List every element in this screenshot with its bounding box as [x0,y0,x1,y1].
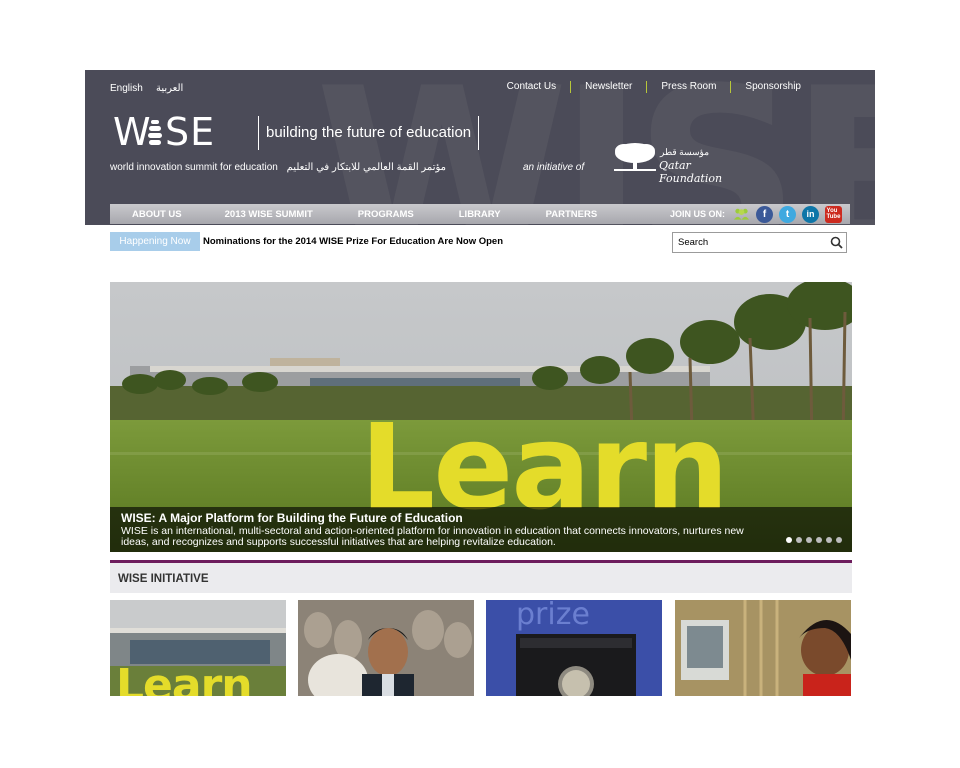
qatar-foundation-arabic: مؤسسة قطر [660,147,710,157]
slide-dot[interactable] [806,537,812,543]
tagline: building the future of education [258,116,480,150]
nav-about-us[interactable]: ABOUT US [132,209,182,220]
thumbnail-student-computer[interactable] [675,600,851,696]
join-us-label: JOIN US ON: [669,209,725,219]
hero-caption: WISE: A Major Platform for Building the … [110,507,852,552]
hero-title[interactable]: WISE: A Major Platform for Building the … [121,511,463,525]
hero-description: WISE is an international, multi-sectoral… [121,525,744,548]
wise-logo-graphic: W SE [113,110,215,154]
slide-dot[interactable] [796,537,802,543]
press-room-link[interactable]: Press Room [646,81,730,93]
news-headline-link[interactable]: Nominations for the 2014 WISE Prize For … [203,236,503,247]
thumbnail-prize-medal[interactable]: prize [486,600,662,696]
slide-dots [786,537,842,543]
slide-dot[interactable] [786,537,792,543]
site-container: WISE English العربية Contact Us Newslett… [85,70,875,700]
linkedin-icon[interactable]: in [802,205,819,223]
sponsorship-link[interactable]: Sponsorship [730,81,815,93]
search-input[interactable]: Search [672,232,847,253]
youtube-icon[interactable]: You Tube [825,205,842,223]
nav-programs[interactable]: PROGRAMS [358,209,414,220]
slide-dot[interactable] [816,537,822,543]
twitter-icon[interactable]: t [779,205,796,223]
happening-now-badge: Happening Now [110,232,200,251]
language-arabic-link[interactable]: العربية [156,83,183,94]
hero-slideshow[interactable]: Learn WISE: A Major Platform for Buildin… [110,282,852,552]
nav-library[interactable]: LIBRARY [459,209,501,220]
header: WISE English العربية Contact Us Newslett… [85,70,875,225]
join-us: JOIN US ON: f t in You Tube [670,204,842,224]
nav-2013-wise-summit[interactable]: 2013 WISE SUMMIT [225,209,313,220]
svg-text:W: W [113,112,152,152]
contact-us-link[interactable]: Contact Us [493,81,570,93]
thumbnail-speaker[interactable] [298,600,474,696]
initiative-label: an initiative of [523,162,585,173]
svg-text:prize: prize [516,600,590,632]
language-english-link[interactable]: English [110,83,143,94]
nav-partners[interactable]: PARTNERS [546,209,598,220]
newsletter-link[interactable]: Newsletter [570,81,646,93]
slide-dot[interactable] [826,537,832,543]
tree-icon [614,143,656,171]
qatar-foundation-name: Qatar Foundation [659,159,723,185]
svg-text:SE: SE [165,112,215,152]
search-placeholder: Search [678,237,709,248]
top-links: Contact Us Newsletter Press Room Sponsor… [493,81,815,93]
wise-logo[interactable]: W SE [113,110,241,162]
search-icon[interactable] [830,236,843,249]
facebook-icon[interactable]: f [756,205,773,223]
subline: world innovation summit for education مؤ… [110,162,446,173]
qatar-foundation-logo[interactable]: مؤسسة قطر Qatar Foundation [612,141,747,185]
subline-arabic: مؤتمر القمة العالمي للابتكار في التعليم [286,162,447,173]
subline-english: world innovation summit for education [110,162,278,173]
slide-dot[interactable] [836,537,842,543]
community-icon[interactable] [733,206,750,223]
thumbnail-learn-sculpture[interactable]: Learn [110,600,286,696]
wise-initiative-header: WISE INITIATIVE [110,560,852,593]
main-nav: ABOUT US 2013 WISE SUMMIT PROGRAMS LIBRA… [110,204,850,224]
svg-text:Learn: Learn [116,660,252,696]
section-title: WISE INITIATIVE [118,573,209,585]
